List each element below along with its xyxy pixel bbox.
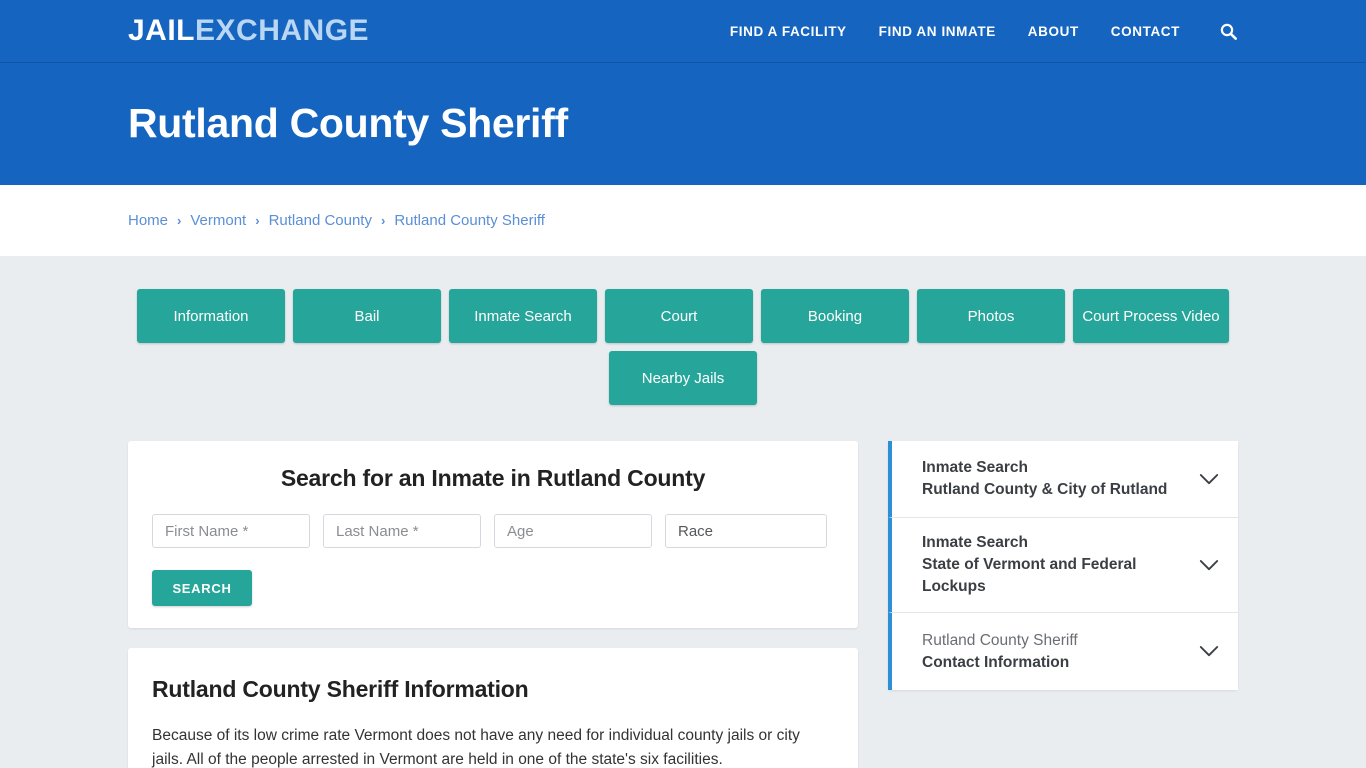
tab-court[interactable]: Court bbox=[605, 289, 753, 343]
breadcrumb: Home › Vermont › Rutland County › Rutlan… bbox=[128, 212, 545, 229]
content-columns: Search for an Inmate in Rutland County R… bbox=[128, 441, 1238, 768]
accordion-item-inmate-search-state[interactable]: Inmate Search State of Vermont and Feder… bbox=[888, 518, 1238, 613]
page-title-band: Rutland County Sheriff bbox=[0, 63, 1366, 185]
facility-information-card: Rutland County Sheriff Information Becau… bbox=[128, 648, 858, 768]
search-icon[interactable] bbox=[1218, 21, 1238, 41]
sidebar-accordion: Inmate Search Rutland County & City of R… bbox=[888, 441, 1238, 690]
breadcrumb-separator-icon: › bbox=[380, 213, 386, 228]
nav-item-find-a-facility[interactable]: FIND A FACILITY bbox=[730, 24, 847, 39]
tab-booking[interactable]: Booking bbox=[761, 289, 909, 343]
facility-tab-buttons: Information Bail Inmate Search Court Boo… bbox=[128, 289, 1238, 405]
breadcrumb-separator-icon: › bbox=[255, 213, 260, 228]
site-logo[interactable]: JAILEXCHANGE bbox=[128, 16, 369, 46]
chevron-down-icon[interactable] bbox=[1198, 641, 1220, 663]
tab-court-process-video[interactable]: Court Process Video bbox=[1073, 289, 1229, 343]
accordion-item-inmate-search-county[interactable]: Inmate Search Rutland County & City of R… bbox=[888, 441, 1238, 518]
nav-item-contact[interactable]: CONTACT bbox=[1111, 24, 1180, 39]
age-input[interactable] bbox=[494, 514, 652, 548]
accordion-item-text: Rutland County Sheriff Contact Informati… bbox=[922, 630, 1078, 674]
tab-photos[interactable]: Photos bbox=[917, 289, 1065, 343]
logo-text-exchange: EXCHANGE bbox=[195, 14, 370, 47]
tab-nearby-jails[interactable]: Nearby Jails bbox=[609, 351, 757, 405]
breadcrumb-item-rutland-county[interactable]: Rutland County bbox=[269, 212, 372, 229]
facility-information-heading: Rutland County Sheriff Information bbox=[152, 676, 529, 702]
tab-bail[interactable]: Bail bbox=[293, 289, 441, 343]
accordion-item-title: Rutland County Sheriff bbox=[922, 631, 1078, 649]
breadcrumb-item-home[interactable]: Home bbox=[128, 212, 168, 229]
nav-item-about[interactable]: ABOUT bbox=[1028, 24, 1079, 39]
search-button[interactable]: SEARCH bbox=[152, 570, 252, 606]
left-column: Search for an Inmate in Rutland County R… bbox=[128, 441, 858, 768]
chevron-down-icon[interactable] bbox=[1198, 468, 1220, 490]
page-title: Rutland County Sheriff bbox=[128, 100, 568, 147]
accordion-item-title: Inmate Search bbox=[922, 534, 1028, 551]
chevron-down-icon[interactable] bbox=[1198, 554, 1220, 576]
inmate-search-card: Search for an Inmate in Rutland County R… bbox=[128, 441, 858, 628]
accordion-item-subtitle: Contact Information bbox=[922, 653, 1070, 671]
accordion-item-text: Inmate Search Rutland County & City of R… bbox=[922, 457, 1167, 501]
accordion-item-title: Inmate Search bbox=[922, 459, 1028, 476]
last-name-input[interactable] bbox=[323, 514, 481, 548]
primary-navigation: FIND A FACILITY FIND AN INMATE ABOUT CON… bbox=[730, 21, 1238, 41]
inmate-search-form: Race bbox=[152, 514, 834, 548]
site-header: JAILEXCHANGE FIND A FACILITY FIND AN INM… bbox=[0, 0, 1366, 63]
accordion-item-contact-information[interactable]: Rutland County Sheriff Contact Informati… bbox=[888, 613, 1238, 690]
breadcrumb-item-current[interactable]: Rutland County Sheriff bbox=[394, 212, 545, 229]
breadcrumb-separator-icon: › bbox=[177, 213, 182, 228]
facility-information-text: Because of its low crime rate Vermont do… bbox=[152, 727, 800, 768]
accordion-item-text: Inmate Search State of Vermont and Feder… bbox=[922, 532, 1188, 598]
nav-item-find-an-inmate[interactable]: FIND AN INMATE bbox=[879, 24, 996, 39]
tab-information[interactable]: Information bbox=[137, 289, 285, 343]
logo-text-jail: JAIL bbox=[128, 14, 196, 47]
accordion-item-subtitle: State of Vermont and Federal Lockups bbox=[922, 556, 1137, 595]
main-content: Information Bail Inmate Search Court Boo… bbox=[0, 256, 1366, 768]
breadcrumb-item-vermont[interactable]: Vermont bbox=[190, 212, 246, 229]
first-name-input[interactable] bbox=[152, 514, 310, 548]
breadcrumb-band: Home › Vermont › Rutland County › Rutlan… bbox=[0, 185, 1366, 256]
right-column: Inmate Search Rutland County & City of R… bbox=[888, 441, 1238, 690]
inmate-search-heading: Search for an Inmate in Rutland County bbox=[280, 465, 706, 491]
accordion-item-subtitle: Rutland County & City of Rutland bbox=[922, 481, 1168, 498]
race-select[interactable]: Race bbox=[665, 514, 827, 548]
tab-inmate-search[interactable]: Inmate Search bbox=[449, 289, 597, 343]
